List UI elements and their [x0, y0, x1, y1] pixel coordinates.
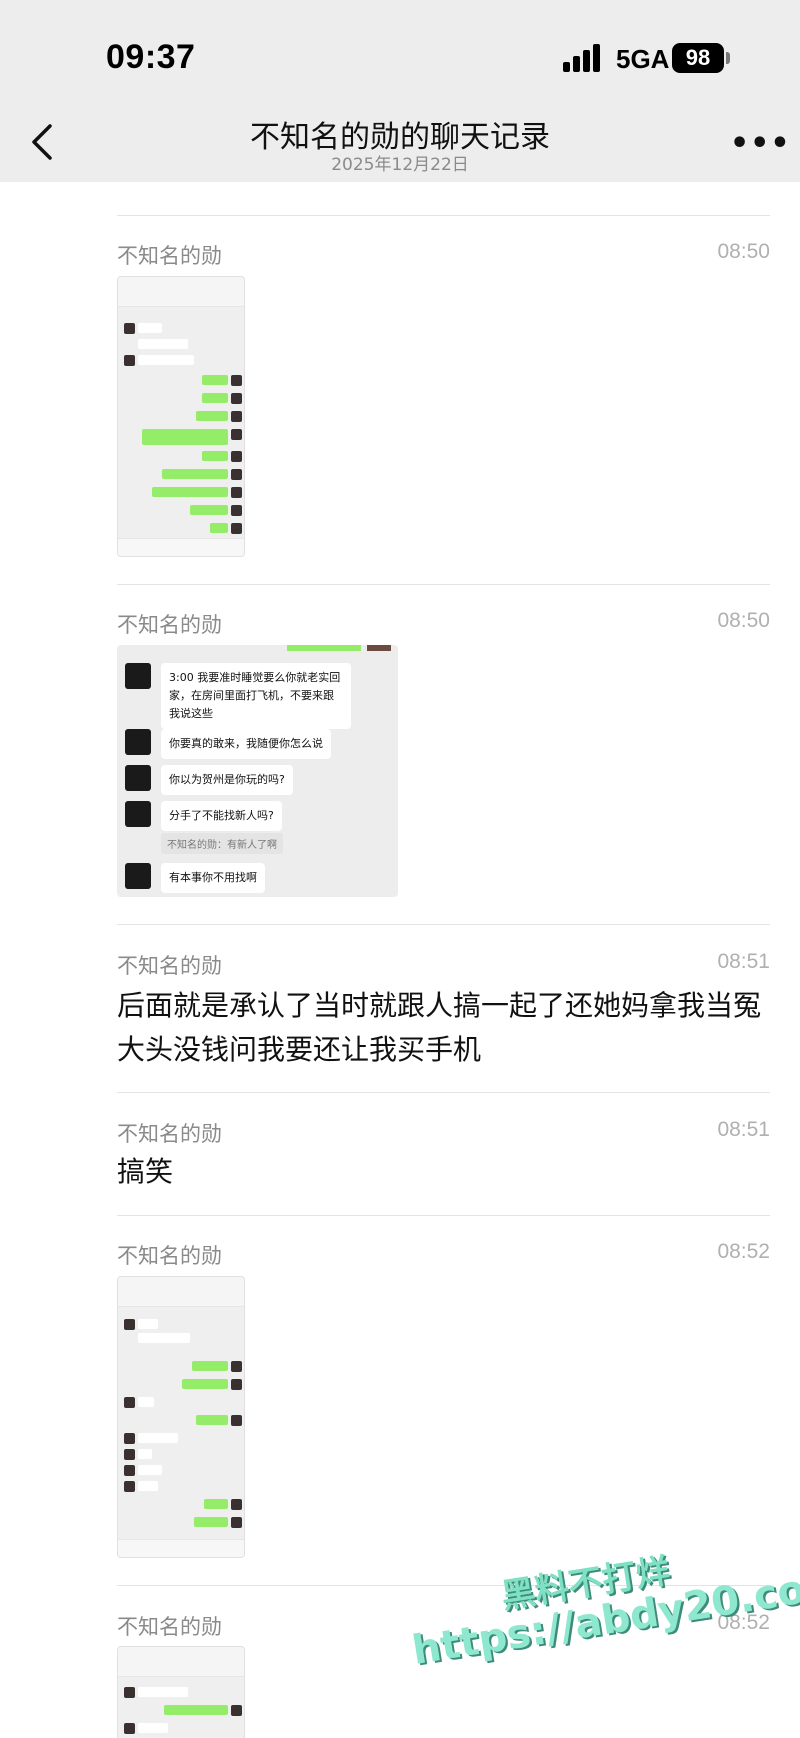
- avatar: [125, 663, 151, 689]
- network-type: 5GA: [616, 44, 670, 74]
- message-text: 后面就是承认了当时就跟人搞一起了还她妈拿我当冤大头没钱问我要还让我买手机: [117, 989, 762, 1066]
- divider: [117, 1215, 770, 1216]
- screenshot-thumbnail[interactable]: [117, 1646, 245, 1738]
- message-time: 08:51: [717, 950, 770, 973]
- battery-level: 98: [685, 45, 711, 70]
- battery-icon: 98: [672, 43, 724, 73]
- message-text: 搞笑: [117, 1155, 174, 1188]
- image-chat-bubble: 3:00 我要准时睡觉要么你就老实回家，在房间里面打飞机，不要来跟我说这些: [161, 663, 351, 729]
- message-sender: 不知名的勋: [117, 613, 222, 637]
- message-sender: 不知名的勋: [117, 1615, 222, 1639]
- message-time: 08:51: [717, 1118, 770, 1141]
- message-sender: 不知名的勋: [117, 244, 222, 268]
- image-chat-bubble: 分手了不能找新人吗?: [161, 801, 282, 831]
- avatar: [125, 729, 151, 755]
- image-chat-bubble: 有本事你不用找啊: [161, 863, 265, 893]
- avatar: [125, 765, 151, 791]
- chat-screenshot-image[interactable]: 3:00 我要准时睡觉要么你就老实回家，在房间里面打飞机，不要来跟我说这些 你要…: [117, 645, 398, 897]
- screenshot-thumbnail[interactable]: [117, 276, 245, 557]
- image-chat-bubble: 你要真的敢来，我随便你怎么说: [161, 729, 331, 759]
- status-time: 09:37: [106, 38, 196, 76]
- message-sender: 不知名的勋: [117, 1244, 222, 1268]
- message-time: 08:52: [717, 1240, 770, 1263]
- divider: [117, 1092, 770, 1093]
- message-sender: 不知名的勋: [117, 1122, 222, 1146]
- more-options-icon[interactable]: •••: [730, 126, 791, 161]
- divider: [117, 215, 770, 216]
- message-time: 08:50: [717, 240, 770, 263]
- image-quote: 不知名的勋：有新人了啊: [161, 833, 283, 854]
- image-chat-bubble: 你以为贺州是你玩的吗?: [161, 765, 293, 795]
- message-sender: 不知名的勋: [117, 954, 222, 978]
- message-time: 08:50: [717, 609, 770, 632]
- divider: [117, 924, 770, 925]
- avatar: [125, 801, 151, 827]
- top-bar: 09:37 5GA 98 不知名的勋的聊天记录 2025年12月22日 •••: [0, 0, 800, 182]
- avatar: [125, 863, 151, 889]
- divider: [117, 584, 770, 585]
- battery-nub: [726, 52, 730, 64]
- page-date: 2025年12月22日: [331, 155, 469, 175]
- screenshot-thumbnail[interactable]: [117, 1276, 245, 1558]
- signal-icon: [563, 44, 607, 72]
